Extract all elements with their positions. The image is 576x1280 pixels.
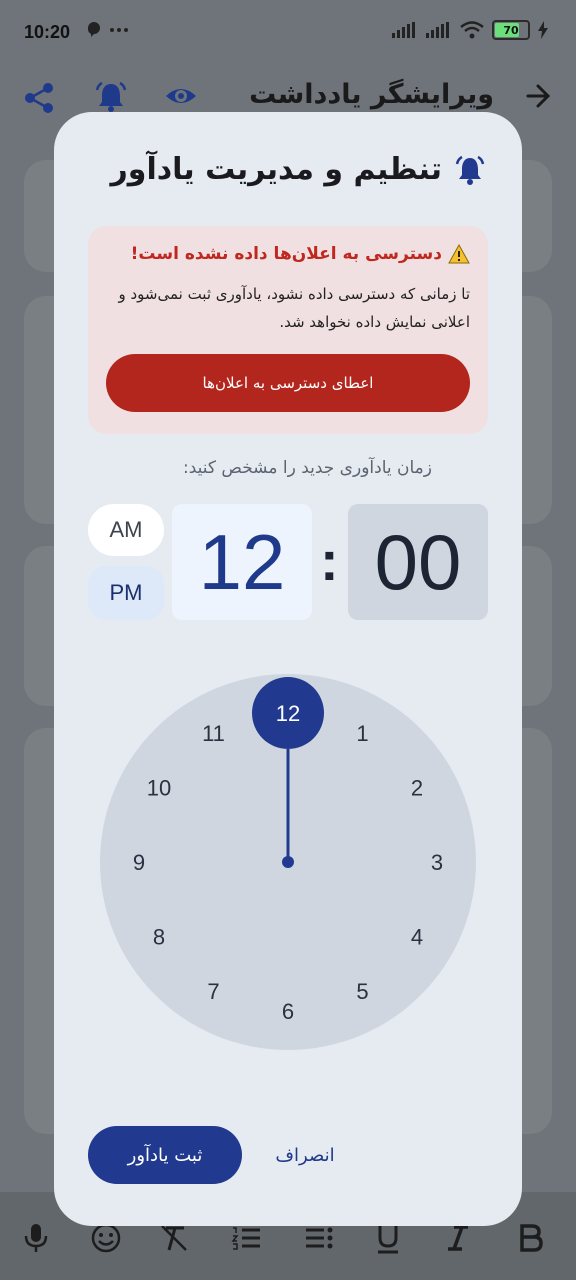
emoji-icon[interactable] [90, 1222, 122, 1254]
clock-number-4[interactable]: 4 [411, 925, 423, 950]
clock-center-dot [282, 856, 294, 868]
permission-warning: دسترسی به اعلان‌ها داده نشده است! تا زما… [88, 226, 488, 434]
time-prompt: زمان یادآوری جدید را مشخص کنید: [182, 458, 432, 478]
save-reminder-button[interactable]: ثبت یادآور [88, 1126, 242, 1184]
battery-level: 70 [503, 23, 519, 37]
warning-body: تا زمانی که دسترسی داده نشود، یادآوری ثب… [118, 285, 470, 331]
italic-icon[interactable] [442, 1222, 474, 1254]
eye-icon[interactable] [164, 82, 198, 110]
clock-number-11[interactable]: 11 [202, 721, 225, 746]
clock-number-2[interactable]: 2 [411, 776, 423, 801]
clear-format-icon[interactable] [158, 1222, 190, 1254]
cancel-button[interactable]: انصراف [260, 1126, 350, 1184]
signal-icon [392, 22, 415, 38]
status-right: 70 [392, 20, 548, 40]
clock-number-10[interactable]: 10 [147, 776, 171, 801]
clock-number-6[interactable]: 6 [282, 999, 294, 1024]
bell-ringing-icon [455, 155, 485, 185]
page-title: ویرایشگر یادداشت [249, 79, 494, 110]
clock-number-1[interactable]: 1 [356, 721, 368, 746]
underline-icon[interactable] [372, 1222, 404, 1254]
bell-ringing-icon[interactable] [94, 80, 128, 114]
charging-icon [538, 21, 548, 39]
microphone-icon[interactable] [20, 1222, 52, 1254]
status-bar: 10:20 70 [0, 0, 576, 64]
clock-number-8[interactable]: 8 [153, 925, 165, 950]
wifi-icon [460, 21, 484, 39]
grant-permission-button[interactable]: اعطای دسترسی به اعلان‌ها [106, 354, 470, 412]
warning-title-row: دسترسی به اعلان‌ها داده نشده است! [131, 244, 470, 264]
chat-bubble-icon [87, 22, 128, 37]
notification-icons [86, 22, 134, 42]
clock-number-9[interactable]: 9 [133, 850, 145, 875]
dialog-header: تنظیم و مدیریت یادآور [111, 152, 486, 187]
signal-icon-2 [426, 22, 449, 38]
clock-dial[interactable]: 121234567891011 [100, 674, 476, 1050]
minute-field[interactable]: 00 [348, 504, 488, 620]
numbered-list-icon[interactable] [230, 1222, 262, 1254]
clock-number-5[interactable]: 5 [356, 979, 368, 1004]
clock-number-12[interactable]: 12 [276, 701, 300, 726]
clock-number-3[interactable]: 3 [431, 850, 443, 875]
time-separator: : [320, 529, 339, 592]
bullet-list-icon[interactable] [302, 1222, 334, 1254]
bold-icon[interactable] [514, 1222, 546, 1254]
warning-icon [448, 244, 470, 264]
share-icon[interactable] [24, 82, 56, 114]
clock-number-7[interactable]: 7 [207, 979, 219, 1004]
pm-toggle[interactable]: PM [88, 566, 164, 620]
reminder-dialog: تنظیم و مدیریت یادآور دسترسی به اعلان‌ها… [54, 112, 522, 1226]
dialog-title: تنظیم و مدیریت یادآور [110, 152, 442, 187]
back-arrow-icon[interactable] [524, 82, 552, 110]
hour-field[interactable]: 12 [172, 504, 312, 620]
warning-title: دسترسی به اعلان‌ها داده نشده است! [130, 244, 442, 264]
am-toggle[interactable]: AM [88, 504, 164, 556]
status-time: 10:20 [24, 22, 71, 42]
battery-icon: 70 [492, 20, 530, 40]
